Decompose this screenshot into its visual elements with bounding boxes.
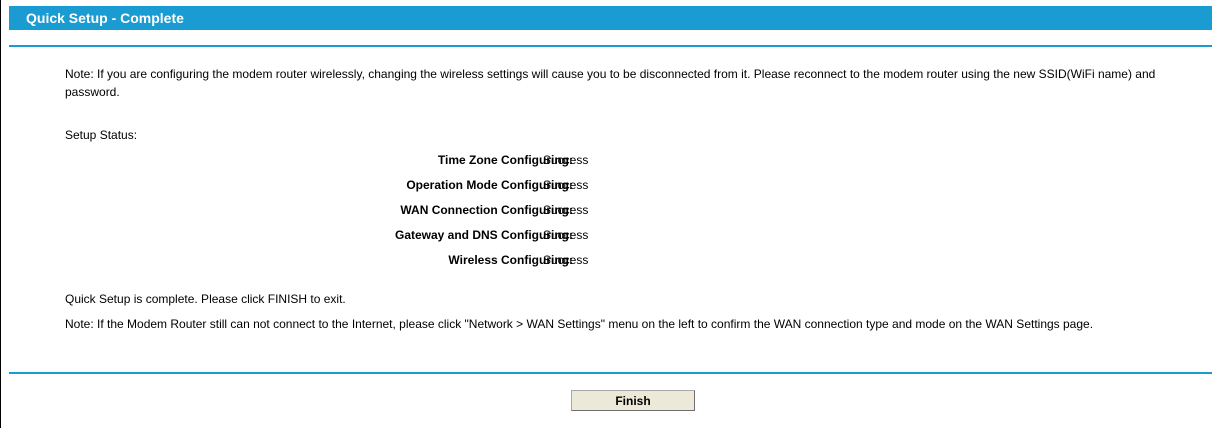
status-value: Success xyxy=(543,153,589,167)
wireless-note: Note: If you are configuring the modem r… xyxy=(65,67,1156,99)
finish-button[interactable]: Finish xyxy=(571,390,695,411)
status-value: Success xyxy=(543,203,589,217)
status-row-wan-connection: WAN Connection Configuring: Success xyxy=(65,201,965,219)
status-row-gateway-dns: Gateway and DNS Configuring: Success xyxy=(65,226,965,244)
status-row-time-zone: Time Zone Configuring: Success xyxy=(65,151,965,169)
status-row-operation-mode: Operation Mode Configuring: Success xyxy=(65,176,965,194)
internet-note: Note: If the Modem Router still can not … xyxy=(65,317,1094,331)
complete-message: Quick Setup is complete. Please click FI… xyxy=(65,292,346,306)
page-frame: Quick Setup - Complete Note: If you are … xyxy=(0,0,1212,428)
top-divider xyxy=(9,45,1212,47)
status-row-wireless: Wireless Configuring: Success xyxy=(65,251,965,269)
page-title: Quick Setup - Complete xyxy=(9,6,1212,30)
status-value: Success xyxy=(543,253,589,267)
setup-status-label: Setup Status: xyxy=(65,128,138,142)
bottom-divider xyxy=(9,372,1212,374)
status-value: Success xyxy=(543,228,589,242)
status-value: Success xyxy=(543,178,589,192)
